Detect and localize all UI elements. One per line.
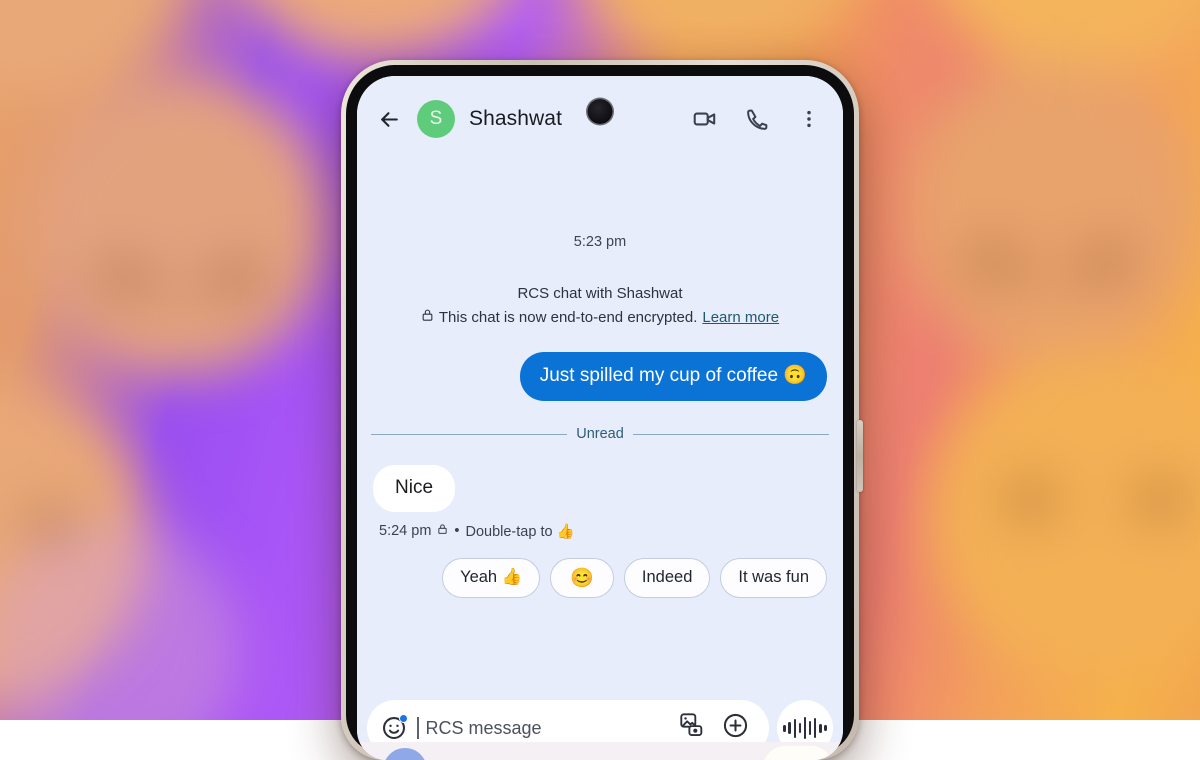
action-pill[interactable] [763, 746, 833, 760]
avatar-letter: S [430, 108, 443, 130]
suggestion-chip[interactable]: Yeah 👍 [442, 558, 540, 598]
emoji-smiley-icon[interactable] [381, 715, 407, 741]
emoji-blob [0, 520, 240, 720]
suggestion-chips: Yeah 👍 😊 Indeed It was fun [371, 558, 829, 598]
overflow-menu-icon[interactable] [789, 99, 829, 139]
emoji-blob [210, 0, 540, 60]
lock-icon [421, 307, 434, 329]
power-button[interactable] [857, 420, 863, 492]
double-tap-hint: Double-tap to 👍 [465, 523, 574, 540]
message-bubble-outgoing[interactable]: Just spilled my cup of coffee 🙃 [520, 352, 827, 401]
avatar[interactable]: S [417, 100, 455, 138]
composer-actions [679, 712, 755, 744]
emoji-blob [900, 60, 1200, 360]
encryption-notice: RCS chat with Shashwat This chat is now … [371, 283, 829, 329]
message-time: 5:24 pm [379, 523, 431, 539]
encryption-notice-text: This chat is now end-to-end encrypted. [439, 307, 697, 329]
suggestion-chip[interactable]: It was fun [720, 558, 827, 598]
lock-icon [437, 523, 448, 539]
divider-line-left [371, 434, 567, 435]
message-bubble-incoming[interactable]: Nice [373, 465, 455, 512]
suggestion-chip[interactable]: Indeed [624, 558, 710, 598]
page-title[interactable]: Shashwat [469, 107, 562, 131]
phone-screen: S Shashwat [357, 76, 843, 760]
plus-circle-icon[interactable] [722, 712, 749, 744]
peek-row [357, 742, 843, 760]
divider-line-right [633, 434, 829, 435]
search-input[interactable]: RCS message [426, 718, 670, 739]
gallery-camera-icon[interactable] [679, 712, 706, 744]
message-row-outgoing: Just spilled my cup of coffee 🙃 [371, 352, 829, 401]
video-call-icon[interactable] [685, 99, 725, 139]
conversation-timestamp: 5:23 pm [371, 234, 829, 250]
encryption-notice-body: This chat is now end-to-end encrypted. L… [371, 307, 829, 329]
emoji-blob [560, 0, 880, 65]
emoji-blob [30, 75, 330, 375]
new-indicator-dot [399, 714, 408, 723]
phone-device: S Shashwat [341, 60, 859, 760]
unread-label: Unread [576, 426, 624, 442]
message-row-incoming: Nice [371, 465, 829, 512]
app-bar-actions [685, 99, 829, 139]
contact-avatar[interactable] [383, 748, 427, 760]
learn-more-link[interactable]: Learn more [702, 307, 779, 329]
voice-call-icon[interactable] [737, 99, 777, 139]
front-camera-icon [588, 99, 613, 124]
unread-divider: Unread [371, 426, 829, 442]
conversation-area: 5:23 pm RCS chat with Shashwat This chat… [357, 234, 843, 760]
waveform-bars [783, 717, 826, 739]
encryption-notice-title: RCS chat with Shashwat [371, 283, 829, 305]
message-meta: 5:24 pm • Double-tap to 👍 [379, 523, 829, 540]
emoji-blob [930, 350, 1200, 680]
meta-separator: • [454, 523, 459, 539]
back-arrow-icon[interactable] [369, 99, 409, 139]
suggestion-chip[interactable]: 😊 [550, 558, 614, 598]
text-cursor [417, 717, 419, 739]
